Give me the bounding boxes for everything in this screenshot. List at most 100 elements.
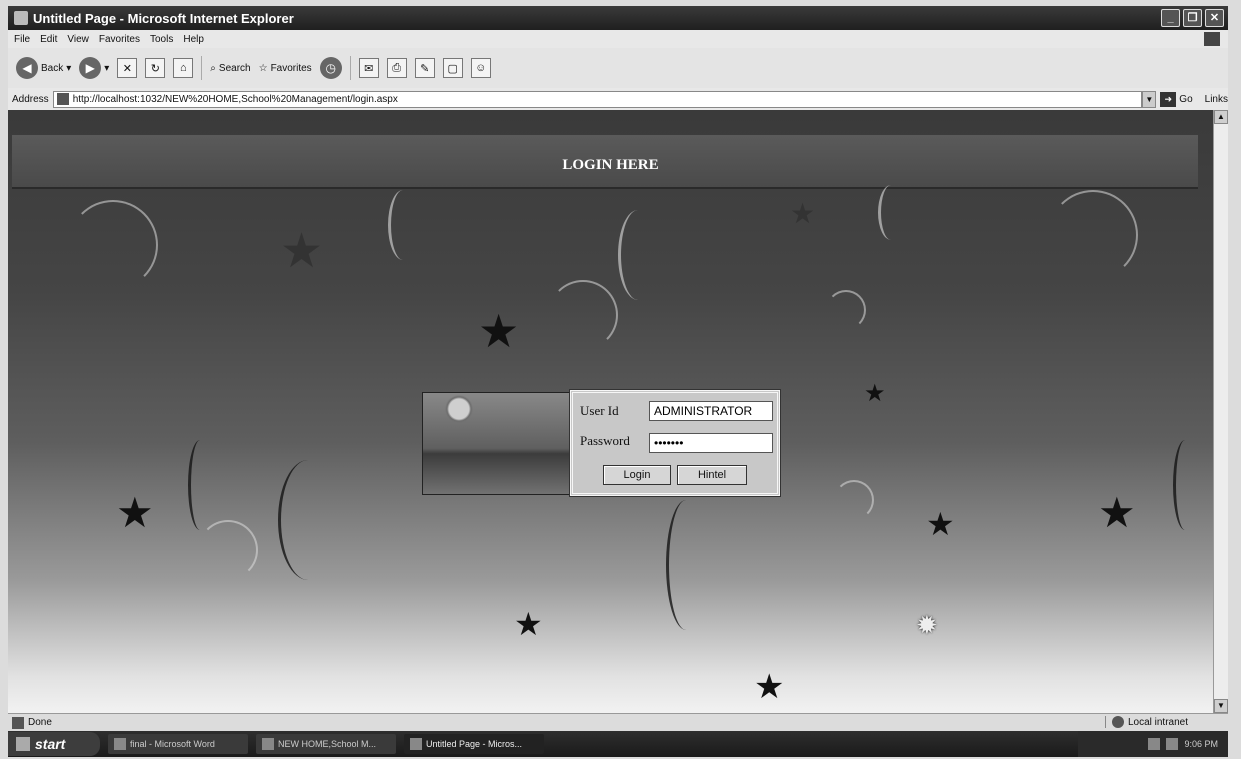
password-label: Password — [580, 433, 630, 448]
forward-dropdown-icon[interactable]: ▾ — [104, 63, 109, 74]
menu-edit[interactable]: Edit — [40, 34, 57, 45]
login-image — [422, 392, 570, 495]
favorites-star-icon: ☆ — [258, 62, 268, 74]
minimize-button[interactable]: _ — [1161, 9, 1180, 27]
go-button[interactable]: ➜ Go — [1160, 91, 1193, 107]
taskbar-item-folder[interactable]: NEW HOME,School M... — [256, 734, 396, 754]
back-arrow-icon: ◀ — [16, 57, 38, 79]
menu-bar: File Edit View Favorites Tools Help — [8, 30, 1228, 48]
swirl-decoration — [68, 200, 158, 290]
menu-view[interactable]: View — [67, 34, 89, 45]
scroll-up-icon[interactable]: ▲ — [1214, 110, 1228, 124]
close-button[interactable]: ✕ — [1205, 9, 1224, 27]
address-input[interactable]: http://localhost:1032/NEW%20HOME,School%… — [52, 90, 1143, 108]
stop-icon[interactable]: ✕ — [117, 58, 138, 78]
forward-button[interactable]: ▶ ▾ — [79, 57, 109, 79]
go-arrow-icon: ➜ — [1160, 91, 1177, 107]
messenger-icon[interactable]: ☺ — [470, 58, 491, 78]
restore-button[interactable]: ❐ — [1183, 9, 1202, 27]
swirl-decoration — [834, 480, 874, 520]
star-decoration: ★ — [790, 198, 816, 229]
star-decoration: ★ — [478, 305, 520, 357]
ribbon-decoration — [666, 500, 706, 630]
volume-icon[interactable] — [1166, 738, 1179, 750]
clock: 9:06 PM — [1184, 739, 1218, 749]
edit-icon[interactable]: ✎ — [414, 58, 435, 78]
taskbar: start final - Microsoft Word NEW HOME,Sc… — [8, 731, 1228, 757]
menu-tools[interactable]: Tools — [150, 34, 173, 45]
windows-logo-icon — [1204, 32, 1220, 46]
links-button[interactable]: Links — [1205, 94, 1228, 105]
mail-icon[interactable]: ✉ — [358, 58, 379, 78]
ribbon-decoration — [188, 440, 212, 530]
security-zone: Local intranet — [1104, 716, 1188, 728]
taskbar-item-word[interactable]: final - Microsoft Word — [108, 734, 248, 754]
home-icon[interactable]: ⌂ — [173, 58, 194, 78]
internet-explorer-icon — [410, 738, 422, 750]
status-text: Done — [28, 717, 52, 728]
task-label: NEW HOME,School M... — [278, 739, 377, 749]
toolbar: ◀ Back ▾ ▶ ▾ ✕ ↻ ⌂ ⌕ Search ☆ Favorites … — [8, 48, 1228, 88]
taskbar-item-ie[interactable]: Untitled Page - Micros... — [404, 734, 544, 754]
search-button[interactable]: ⌕ Search — [210, 63, 250, 74]
star-decoration: ★ — [116, 489, 154, 536]
toolbar-separator — [201, 56, 203, 80]
address-bar: Address http://localhost:1032/NEW%20HOME… — [8, 88, 1228, 110]
swirl-decoration — [548, 280, 618, 350]
userid-label: User Id — [580, 403, 619, 418]
windows-flag-icon — [16, 737, 30, 751]
star-decoration: ★ — [1098, 489, 1136, 536]
ribbon-decoration — [1173, 440, 1197, 530]
window-title-bar: Untitled Page - Microsoft Internet Explo… — [8, 6, 1228, 30]
history-icon[interactable]: ◷ — [319, 57, 342, 79]
star-decoration: ★ — [754, 668, 785, 706]
back-label: Back — [41, 62, 64, 74]
star-decoration: ★ — [280, 225, 324, 278]
refresh-icon[interactable]: ↻ — [145, 58, 166, 78]
search-icon: ⌕ — [210, 62, 216, 74]
task-label: final - Microsoft Word — [130, 739, 215, 749]
favorites-button[interactable]: ☆ Favorites — [259, 63, 312, 74]
scroll-down-icon[interactable]: ▼ — [1214, 699, 1228, 713]
word-icon — [114, 738, 126, 750]
network-icon[interactable] — [1148, 738, 1161, 750]
go-label: Go — [1179, 93, 1193, 105]
start-label: start — [35, 736, 66, 752]
userid-input[interactable] — [649, 401, 773, 421]
window-title: Untitled Page - Microsoft Internet Explo… — [33, 10, 294, 26]
task-label: Untitled Page - Micros... — [426, 739, 523, 749]
internet-explorer-icon — [14, 11, 28, 25]
login-button[interactable]: Login — [603, 465, 671, 485]
status-bar: Done Local intranet — [8, 713, 1228, 731]
page-icon — [56, 93, 69, 105]
ribbon-decoration — [388, 190, 418, 260]
swirl-decoration — [826, 290, 866, 330]
star-decoration: ★ — [926, 506, 955, 542]
favorites-label: Favorites — [270, 62, 312, 74]
vertical-scrollbar[interactable]: ▲ ▼ — [1213, 110, 1228, 713]
page-viewport: LOGIN HERE ★ ★ ★ ★ ★ ★ ★ ★ ✹ ★ User Id P… — [8, 110, 1213, 713]
cancel-button[interactable]: Hintel — [677, 465, 747, 485]
zone-label: Local intranet — [1127, 716, 1188, 728]
sun-decoration: ✹ — [916, 610, 938, 640]
star-decoration: ★ — [514, 606, 543, 642]
discuss-icon[interactable]: ▢ — [442, 58, 463, 78]
address-url: http://localhost:1032/NEW%20HOME,School%… — [72, 93, 398, 105]
print-icon[interactable]: ⎙ — [386, 58, 407, 78]
back-dropdown-icon[interactable]: ▾ — [66, 63, 71, 74]
star-decoration: ★ — [864, 380, 886, 407]
login-form: User Id Password Login Hintel — [569, 389, 781, 497]
address-dropdown-icon[interactable]: ▼ — [1142, 90, 1157, 108]
address-label: Address — [12, 93, 49, 105]
swirl-decoration — [198, 520, 258, 580]
menu-favorites[interactable]: Favorites — [99, 34, 140, 45]
back-button[interactable]: ◀ Back ▾ — [16, 57, 71, 79]
menu-file[interactable]: File — [14, 34, 30, 45]
swirl-decoration — [1048, 190, 1138, 280]
start-button[interactable]: start — [8, 732, 100, 756]
ribbon-decoration — [878, 185, 904, 240]
menu-help[interactable]: Help — [183, 34, 204, 45]
password-input[interactable] — [649, 433, 773, 453]
folder-icon — [262, 738, 274, 750]
page-done-icon — [12, 716, 24, 729]
